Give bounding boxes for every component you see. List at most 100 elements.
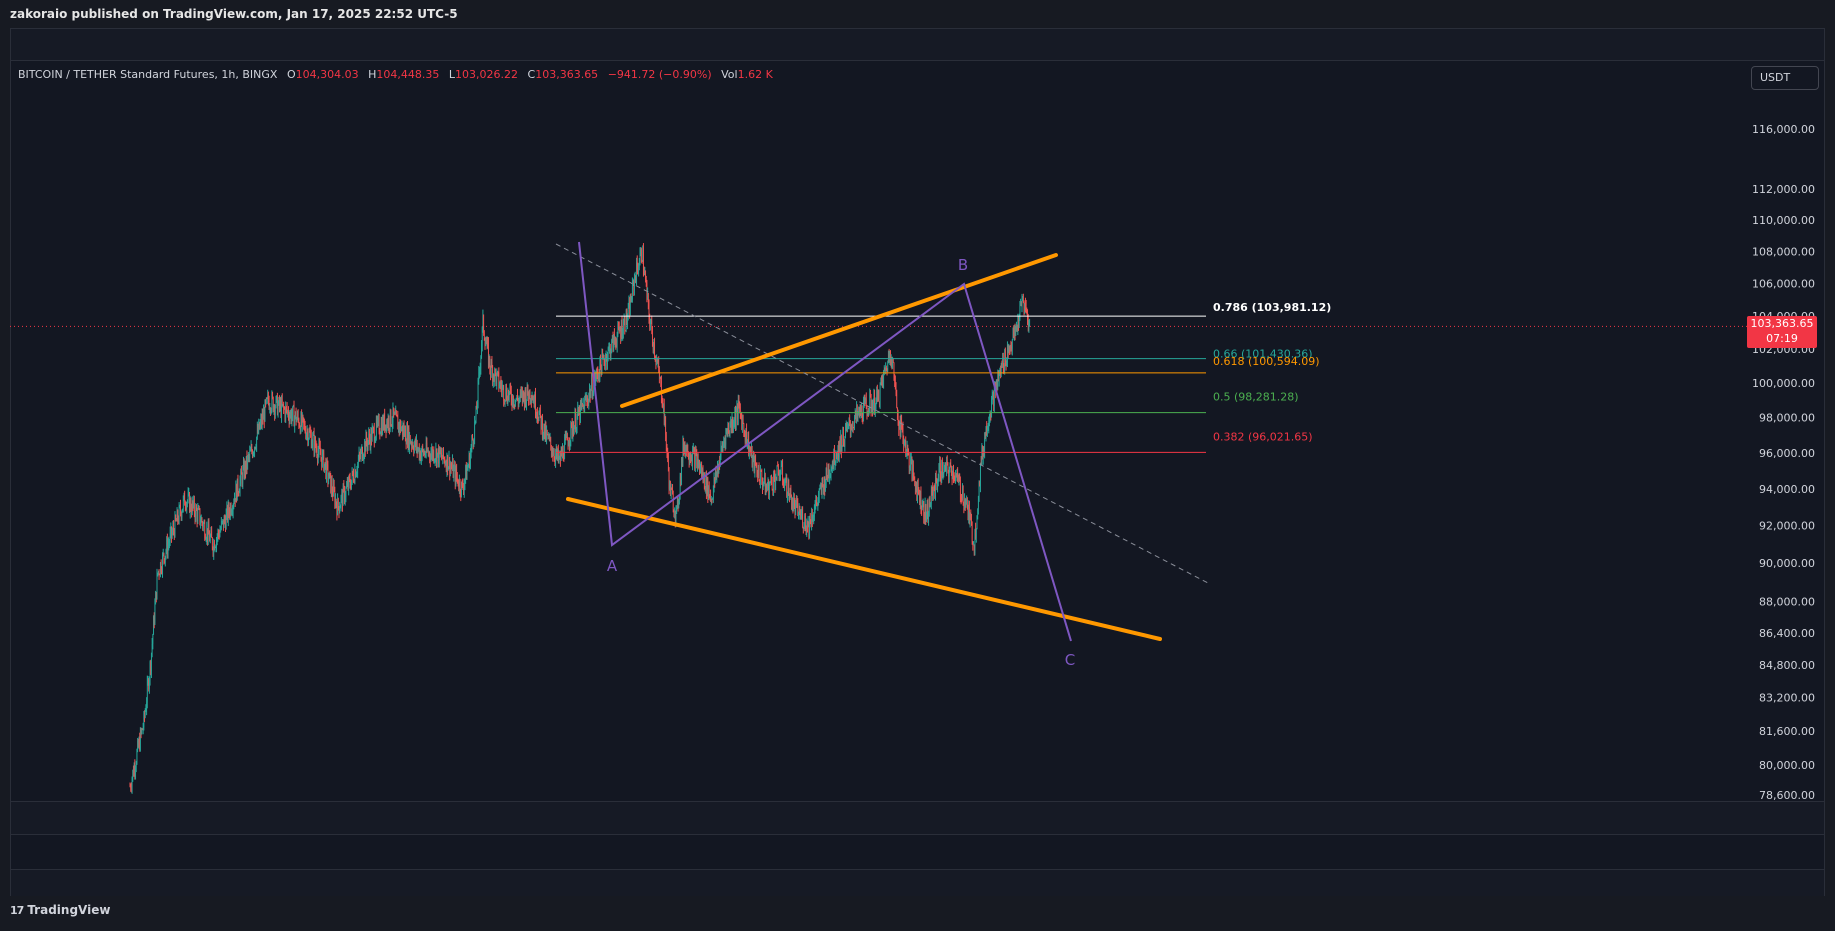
- candle-body: [844, 437, 846, 447]
- candle-body: [760, 470, 761, 484]
- symbol-name[interactable]: BITCOIN / TETHER Standard Futures, 1h, B…: [18, 68, 277, 81]
- candle-body: [345, 488, 347, 497]
- volume-label: Vol: [721, 68, 738, 81]
- candle-body: [136, 750, 138, 764]
- candle-body: [211, 530, 212, 538]
- candle-body: [782, 464, 783, 481]
- y-tick-label: 92,000.00: [1759, 520, 1815, 533]
- candle-body: [292, 406, 293, 416]
- candle-body: [624, 318, 626, 331]
- candle-body: [546, 431, 548, 435]
- y-tick-label: 100,000.00: [1752, 377, 1815, 390]
- fib-level-label: 0.786 (103,981.12): [1213, 301, 1331, 314]
- last-price-value: 103,363.65: [1750, 317, 1814, 330]
- y-tick-label: 96,000.00: [1759, 447, 1815, 460]
- open-value: 104,304.03: [295, 68, 359, 81]
- open-label: O: [286, 68, 296, 81]
- candle-body: [503, 386, 504, 402]
- candle-body: [249, 451, 251, 457]
- candle-body: [962, 489, 964, 503]
- candle-body: [1015, 330, 1017, 336]
- price-axis: 116,000.00 112,000.00 110,000.00 108,000.00…: [1752, 123, 1815, 802]
- y-tick-label: 86,400.00: [1759, 627, 1815, 640]
- change-value: −941.72 (−0.90%): [607, 68, 712, 81]
- candle-body: [1019, 305, 1021, 316]
- candle-body: [654, 343, 655, 357]
- channel-lower-line: [566, 497, 1162, 641]
- y-tick-label: 106,000.00: [1752, 277, 1815, 290]
- candle-body: [457, 477, 458, 479]
- y-tick-label: 116,000.00: [1752, 123, 1815, 136]
- candle-body: [980, 462, 981, 487]
- candle-body: [156, 574, 158, 599]
- candle-body: [735, 411, 737, 425]
- candle-body: [776, 465, 778, 481]
- candle-body: [312, 435, 313, 445]
- candle-body: [887, 362, 889, 371]
- candle-body: [1029, 320, 1030, 323]
- candle-body: [960, 480, 961, 496]
- symbol-legend: BITCOIN / TETHER Standard Futures, 1h, B…: [18, 68, 773, 81]
- candle-body: [277, 404, 279, 415]
- channel-upper-line: [620, 253, 1058, 408]
- candle-body: [181, 512, 183, 518]
- candle-body: [771, 482, 773, 490]
- candle-body: [339, 508, 340, 513]
- y-tick-label: 88,000.00: [1759, 596, 1815, 609]
- y-tick-label: 84,800.00: [1759, 659, 1815, 672]
- y-tick-label: 90,000.00: [1759, 557, 1815, 570]
- candle-body: [474, 421, 475, 441]
- candle-body: [672, 493, 674, 512]
- y-tick-label: 94,000.00: [1759, 483, 1815, 496]
- y-tick-label: 78,600.00: [1759, 789, 1815, 802]
- y-tick-label: 112,000.00: [1752, 183, 1815, 196]
- candle-body: [163, 553, 165, 559]
- tradingview-brand[interactable]: 17 TradingView: [10, 903, 110, 917]
- currency-selector[interactable]: USDT: [1751, 66, 1819, 90]
- brand-name: TradingView: [27, 903, 111, 917]
- drawings-layer: A B C: [555, 241, 1209, 669]
- abc-wave-line: [578, 241, 1072, 642]
- candle-body: [758, 468, 760, 481]
- candle-body: [396, 411, 397, 416]
- candle-body: [976, 529, 977, 538]
- candle-body: [878, 390, 880, 402]
- fib-level-label: 0.382 (96,021.65): [1213, 430, 1313, 443]
- candle-body: [854, 418, 855, 428]
- high-value: 104,448.35: [376, 68, 440, 81]
- candle-body: [390, 409, 392, 426]
- tradingview-logo-icon: 17: [10, 903, 24, 917]
- candle-body: [237, 478, 239, 493]
- y-tick-label: 81,600.00: [1759, 725, 1815, 738]
- candle-body: [337, 498, 339, 507]
- last-price-tag: 103,363.65 07:19: [1747, 316, 1817, 348]
- candle-body: [320, 454, 322, 458]
- bar-countdown: 07:19: [1766, 332, 1798, 345]
- y-tick-label: 80,000.00: [1759, 759, 1815, 772]
- candle-body: [1012, 339, 1013, 349]
- volume-value: 1.62 K: [737, 68, 773, 81]
- price-chart[interactable]: 0.786 (103,981.12)0.66 (101,430.36)0.618…: [0, 0, 1835, 931]
- candle-body: [540, 407, 541, 416]
- candle-body: [901, 417, 902, 426]
- candle-body: [971, 522, 973, 542]
- candle-body: [197, 509, 199, 521]
- candle-body: [275, 407, 276, 415]
- candle-body: [984, 437, 985, 452]
- candle-body: [162, 554, 163, 572]
- candle-body: [769, 484, 770, 496]
- candles-layer: [10, 243, 1747, 794]
- candle-body: [865, 398, 867, 407]
- fib-level-label: 0.618 (100,594.09): [1213, 355, 1320, 368]
- wave-label-a: A: [607, 557, 618, 575]
- close-value: 103,363.65: [535, 68, 599, 81]
- candle-body: [896, 394, 898, 408]
- candle-body: [1021, 300, 1023, 307]
- candle-body: [152, 634, 154, 644]
- candle-body: [790, 488, 792, 495]
- candle-body: [550, 437, 552, 446]
- y-tick-label: 83,200.00: [1759, 692, 1815, 705]
- low-value: 103,026.22: [455, 68, 519, 81]
- candle-body: [495, 369, 496, 374]
- candle-body: [802, 512, 803, 527]
